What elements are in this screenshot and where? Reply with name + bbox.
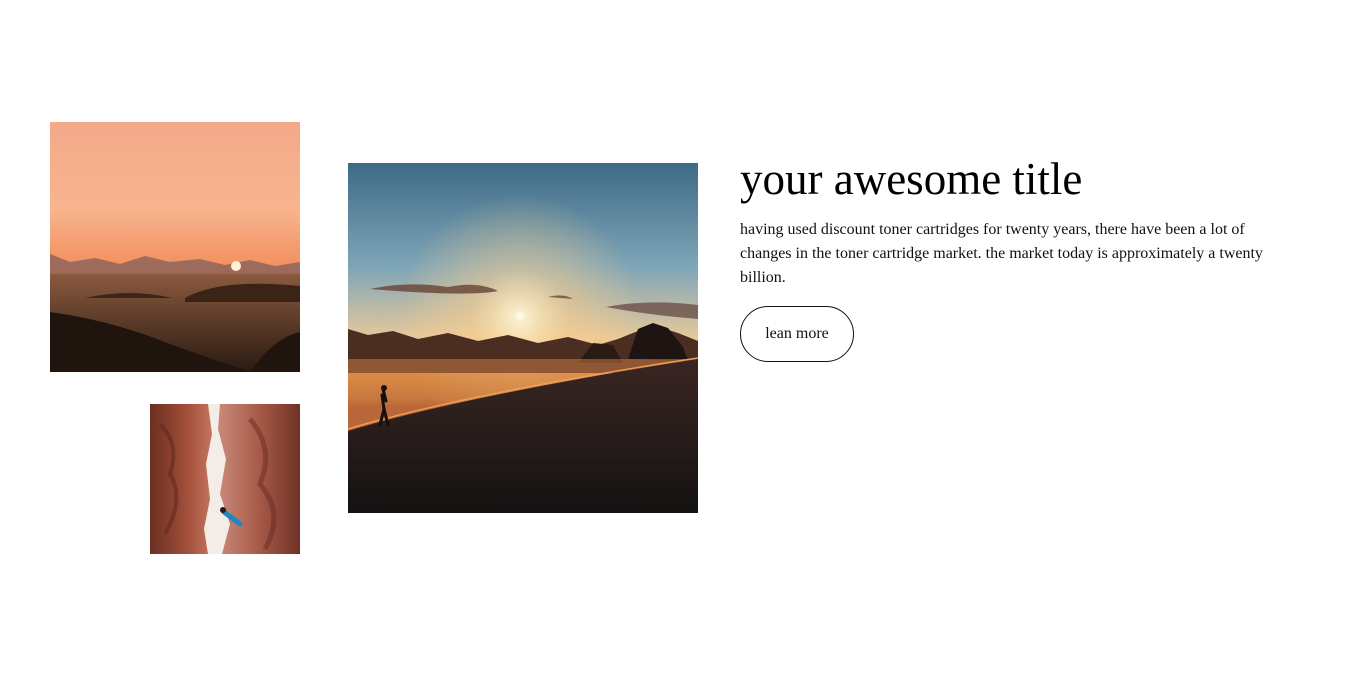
page-title: your awesome title	[740, 154, 1083, 204]
hero-description: having used discount toner cartridges fo…	[740, 221, 1263, 286]
hero-content: your awesome title having used discount …	[740, 150, 1300, 362]
canyon-climber-photo	[150, 404, 300, 554]
desert-sunset-photo	[50, 122, 300, 372]
desert-hiker-photo	[348, 163, 698, 513]
learn-more-button[interactable]: lean more	[740, 306, 854, 362]
